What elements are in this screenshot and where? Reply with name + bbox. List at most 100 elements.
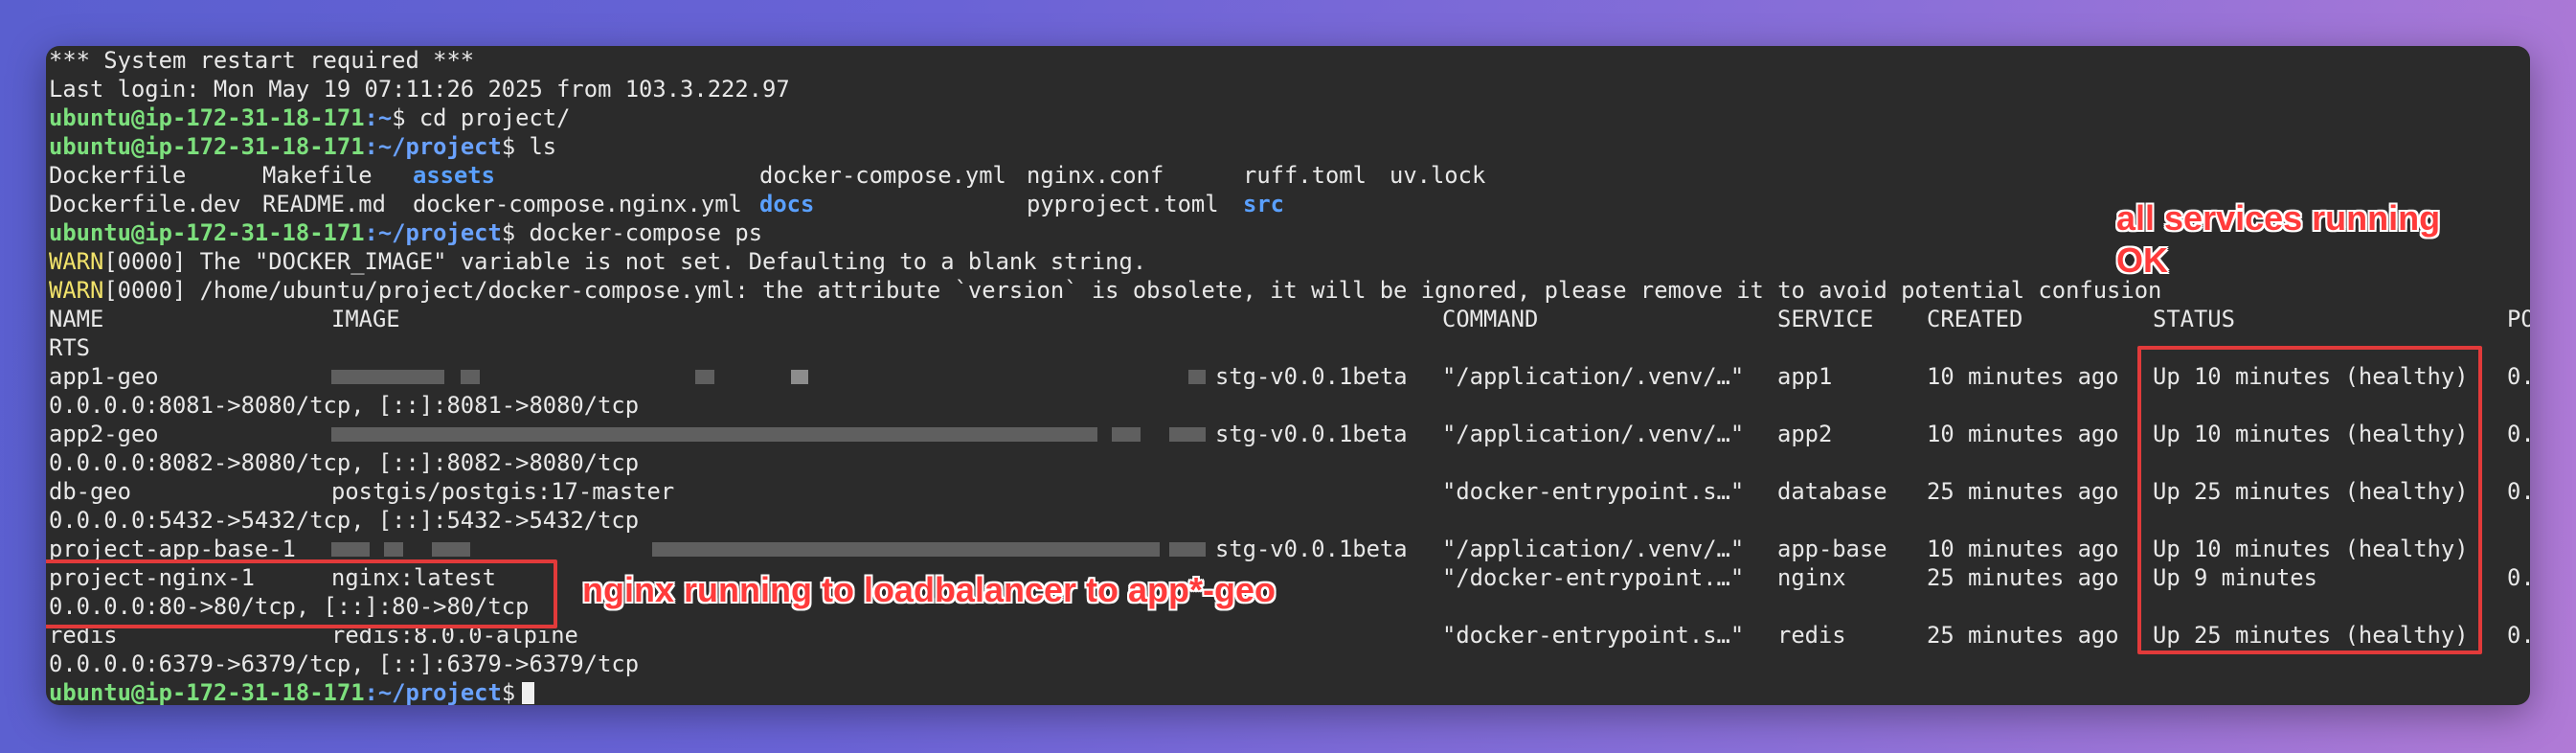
redacted-image (432, 542, 470, 557)
nginx-highlight-box (46, 559, 557, 628)
column-header-image: IMAGE (331, 306, 400, 332)
redacted-image (384, 542, 403, 557)
container-created: 10 minutes ago (1927, 536, 2119, 562)
container-service: app-base (1777, 536, 1887, 562)
container-created: 25 minutes ago (1927, 478, 2119, 505)
ls-output-row: Dockerfile.dev README.md docker-compose.… (49, 190, 1284, 218)
prompt-path: :~/project (364, 679, 502, 705)
prompt-dollar: $ (501, 133, 516, 160)
container-service: app1 (1777, 363, 1833, 390)
redacted-image (331, 370, 444, 384)
table-header-wrap: RTS (49, 333, 131, 362)
container-name: db-geo (49, 478, 131, 505)
column-header-ports-wrap: RTS (49, 334, 90, 361)
container-ports-cut: 0. (2507, 622, 2530, 649)
prompt-line: ubuntu@ip-172-31-18-171:~/project$ docke… (49, 218, 762, 247)
redacted-image (1169, 542, 1206, 557)
redacted-image (652, 542, 1160, 557)
prompt-line: ubuntu@ip-172-31-18-171:~/project$ ls (49, 132, 556, 161)
table-header: NAME IMAGE COMMAND SERVICE CREATED STATU… (49, 305, 2530, 333)
redacted-image (331, 542, 370, 557)
directory-entry: assets (413, 162, 495, 189)
container-ports: 0.0.0.0:6379->6379/tcp, [::]:6379->6379/… (49, 650, 640, 677)
prompt-user: ubuntu@ip-172-31-18-171 (49, 679, 365, 705)
container-created: 10 minutes ago (1927, 363, 2119, 390)
table-row: db-geo postgis/postgis:17-master "docker… (49, 477, 2530, 506)
terminal-window[interactable]: *** System restart required *** Last log… (46, 46, 2530, 705)
container-image: postgis/postgis:17-master (331, 478, 675, 505)
container-image: stg-v0.0.1beta (1215, 421, 1408, 447)
container-command: "/application/.venv/…" (1442, 363, 1745, 390)
command-text: docker-compose ps (515, 219, 763, 246)
file-entry: docker-compose.yml (759, 162, 1006, 189)
prompt-line: ubuntu@ip-172-31-18-171:~/project$ (49, 678, 534, 705)
container-ports-cut: 0. (2507, 478, 2530, 505)
last-login-line: Last login: Mon May 19 07:11:26 2025 fro… (49, 75, 790, 103)
directory-entry: docs (759, 191, 815, 217)
prompt-user: ubuntu@ip-172-31-18-171 (49, 104, 365, 131)
prompt-dollar: $ (501, 219, 516, 246)
prompt-path: :~ (364, 104, 393, 131)
prompt-dollar: $ (501, 679, 516, 705)
prompt-user: ubuntu@ip-172-31-18-171 (49, 219, 365, 246)
container-command: "docker-entrypoint.s…" (1442, 622, 1745, 649)
redacted-image (331, 427, 1097, 442)
file-entry: ruff.toml (1243, 162, 1367, 189)
container-service: redis (1777, 622, 1846, 649)
column-header-created: CREATED (1927, 306, 2023, 332)
status-highlight-box (2137, 346, 2482, 654)
prompt-dollar: $ (392, 104, 406, 131)
table-row-ports: 0.0.0.0:6379->6379/tcp, [::]:6379->6379/… (49, 650, 639, 678)
container-created: 10 minutes ago (1927, 421, 2119, 447)
container-command: "/application/.venv/…" (1442, 421, 1745, 447)
warning-text: [0000] /home/ubuntu/project/docker-compo… (103, 277, 2162, 304)
redacted-image (791, 370, 808, 384)
table-row-ports: 0.0.0.0:5432->5432/tcp, [::]:5432->5432/… (49, 506, 639, 535)
warn-label: WARN (49, 248, 104, 275)
container-image: stg-v0.0.1beta (1215, 536, 1408, 562)
prompt-path: :~/project (364, 219, 502, 246)
file-entry: README.md (262, 191, 386, 217)
container-created: 25 minutes ago (1927, 622, 2119, 649)
file-entry: Makefile (262, 162, 373, 189)
prompt-user: ubuntu@ip-172-31-18-171 (49, 133, 365, 160)
directory-entry: src (1243, 191, 1284, 217)
motd-text: *** System restart required *** (49, 47, 475, 74)
table-row: app2-geo stg-v0.0.1beta "/application/.v… (49, 420, 2530, 448)
ls-output-row: Dockerfile Makefile assets docker-compos… (49, 161, 1485, 190)
last-login-text: Last login: Mon May 19 07:11:26 2025 fro… (49, 76, 790, 103)
command-text: ls (515, 133, 557, 160)
warn-label: WARN (49, 277, 104, 304)
container-service: nginx (1777, 564, 1846, 591)
nginx-annotation: nginx running to loadbalancer to app*-ge… (582, 570, 1277, 609)
file-entry: Dockerfile (49, 162, 187, 189)
container-name: app2-geo (49, 421, 159, 447)
container-ports-cut: 0. (2507, 421, 2530, 447)
file-entry: uv.lock (1390, 162, 1486, 189)
container-service: app2 (1777, 421, 1833, 447)
container-ports: 0.0.0.0:8081->8080/tcp, [::]:8081->8080/… (49, 392, 640, 419)
file-entry: pyproject.toml (1027, 191, 1219, 217)
container-name: app1-geo (49, 363, 159, 390)
container-image: stg-v0.0.1beta (1215, 363, 1408, 390)
container-ports-cut: 0. (2507, 363, 2530, 390)
table-row-ports: 0.0.0.0:8081->8080/tcp, [::]:8081->8080/… (49, 391, 639, 420)
text-cursor[interactable] (522, 682, 534, 704)
container-command: "/docker-entrypoint.…" (1442, 564, 1745, 591)
redacted-image (461, 370, 480, 384)
container-service: database (1777, 478, 1887, 505)
container-command: "/application/.venv/…" (1442, 536, 1745, 562)
warning-line: WARN[0000] The "DOCKER_IMAGE" variable i… (49, 247, 1146, 276)
file-entry: Dockerfile.dev (49, 191, 241, 217)
container-command: "docker-entrypoint.s…" (1442, 478, 1745, 505)
column-header-status: STATUS (2153, 306, 2235, 332)
redacted-image (1169, 427, 1206, 442)
column-header-ports: PO (2507, 306, 2530, 332)
container-ports: 0.0.0.0:8082->8080/tcp, [::]:8082->8080/… (49, 449, 640, 476)
file-entry: docker-compose.nginx.yml (413, 191, 742, 217)
column-header-name: NAME (49, 306, 104, 332)
redacted-image (1188, 370, 1206, 384)
file-entry: nginx.conf (1027, 162, 1164, 189)
command-text: cd project/ (405, 104, 571, 131)
container-created: 25 minutes ago (1927, 564, 2119, 591)
